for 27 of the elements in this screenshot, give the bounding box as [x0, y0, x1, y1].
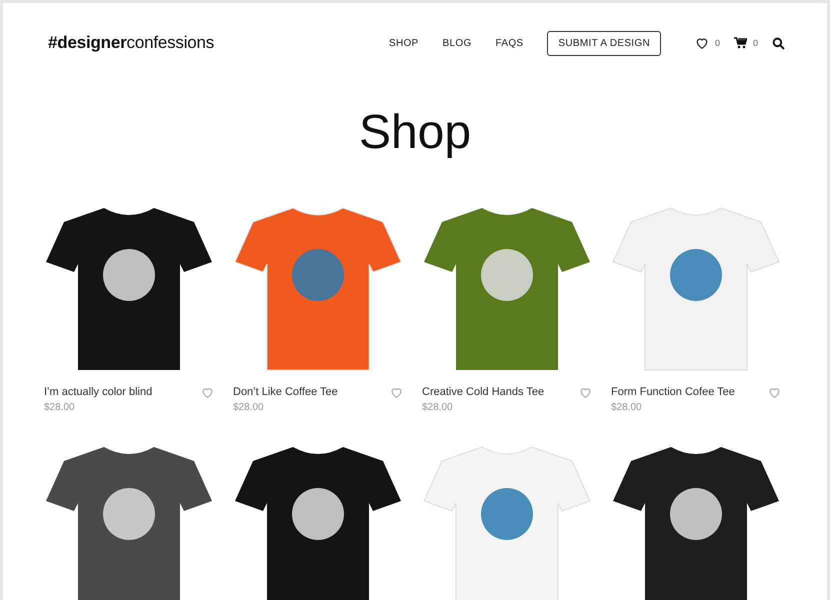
site-logo[interactable]: #designerconfessions: [48, 33, 214, 53]
product-price: $28.00: [44, 402, 76, 413]
product-price: $28.00: [422, 402, 454, 413]
nav-link[interactable]: FAQS: [496, 38, 524, 48]
product-name[interactable]: I’m actually color blind: [44, 386, 152, 398]
product-name[interactable]: Don’t Like Coffee Tee: [233, 386, 338, 398]
heart-icon: [694, 36, 709, 50]
nav-link[interactable]: SHOP: [388, 38, 419, 48]
search-icon[interactable]: [772, 36, 785, 50]
page-title: Shop: [358, 105, 472, 160]
product-name[interactable]: Form Function Cofee Tee: [611, 386, 735, 398]
product-name[interactable]: Creative Cold Hands Tee: [422, 386, 544, 398]
heart-icon: [390, 386, 403, 399]
product-price: $28.00: [233, 402, 265, 413]
heart-icon: [201, 386, 214, 399]
wishlist-button[interactable]: [768, 386, 781, 399]
cart-count: 0: [752, 38, 758, 48]
heart-icon: [768, 386, 781, 399]
wishlist-count: 0: [714, 38, 720, 48]
wishlist-button[interactable]: [201, 386, 214, 399]
nav-link[interactable]: BLOG: [442, 38, 472, 48]
cart-icon[interactable]: [734, 37, 747, 49]
product-price: $28.00: [611, 402, 643, 413]
heart-icon: [579, 386, 592, 399]
submit-design-button[interactable]: SUBMIT A DESIGN: [547, 30, 661, 56]
wishlist-button[interactable]: [390, 386, 403, 399]
wishlist-button[interactable]: [579, 386, 592, 399]
